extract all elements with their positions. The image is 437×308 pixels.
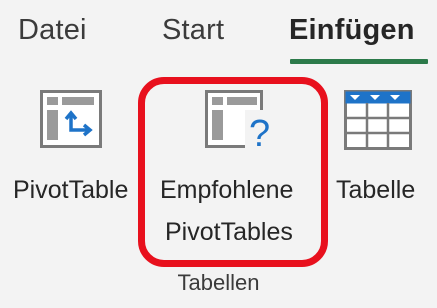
recommended-pivottables-button[interactable]: ? Empfohlene PivotTables	[145, 80, 325, 265]
tab-einfuegen[interactable]: Einfügen	[289, 14, 415, 47]
tabelle-button[interactable]: Tabelle	[330, 80, 437, 210]
tabelle-label: Tabelle	[336, 176, 416, 204]
pivottable-label: PivotTable	[13, 176, 129, 204]
active-tab-indicator	[290, 59, 428, 64]
ribbon-tab-bar: Datei Start Einfügen	[0, 0, 437, 70]
group-label-tabellen: Tabellen	[177, 270, 260, 295]
recommended-label-line1: Empfohlene	[160, 176, 294, 204]
tab-datei[interactable]: Datei	[18, 14, 87, 47]
pivot-table-icon	[40, 90, 102, 148]
tab-start[interactable]: Start	[162, 14, 224, 47]
recommended-pivot-icon: ?	[205, 90, 281, 150]
table-icon	[344, 90, 412, 150]
svg-text:?: ?	[249, 113, 270, 150]
pivottable-button[interactable]: PivotTable	[0, 80, 140, 210]
recommended-label-line2: PivotTables	[165, 218, 293, 246]
